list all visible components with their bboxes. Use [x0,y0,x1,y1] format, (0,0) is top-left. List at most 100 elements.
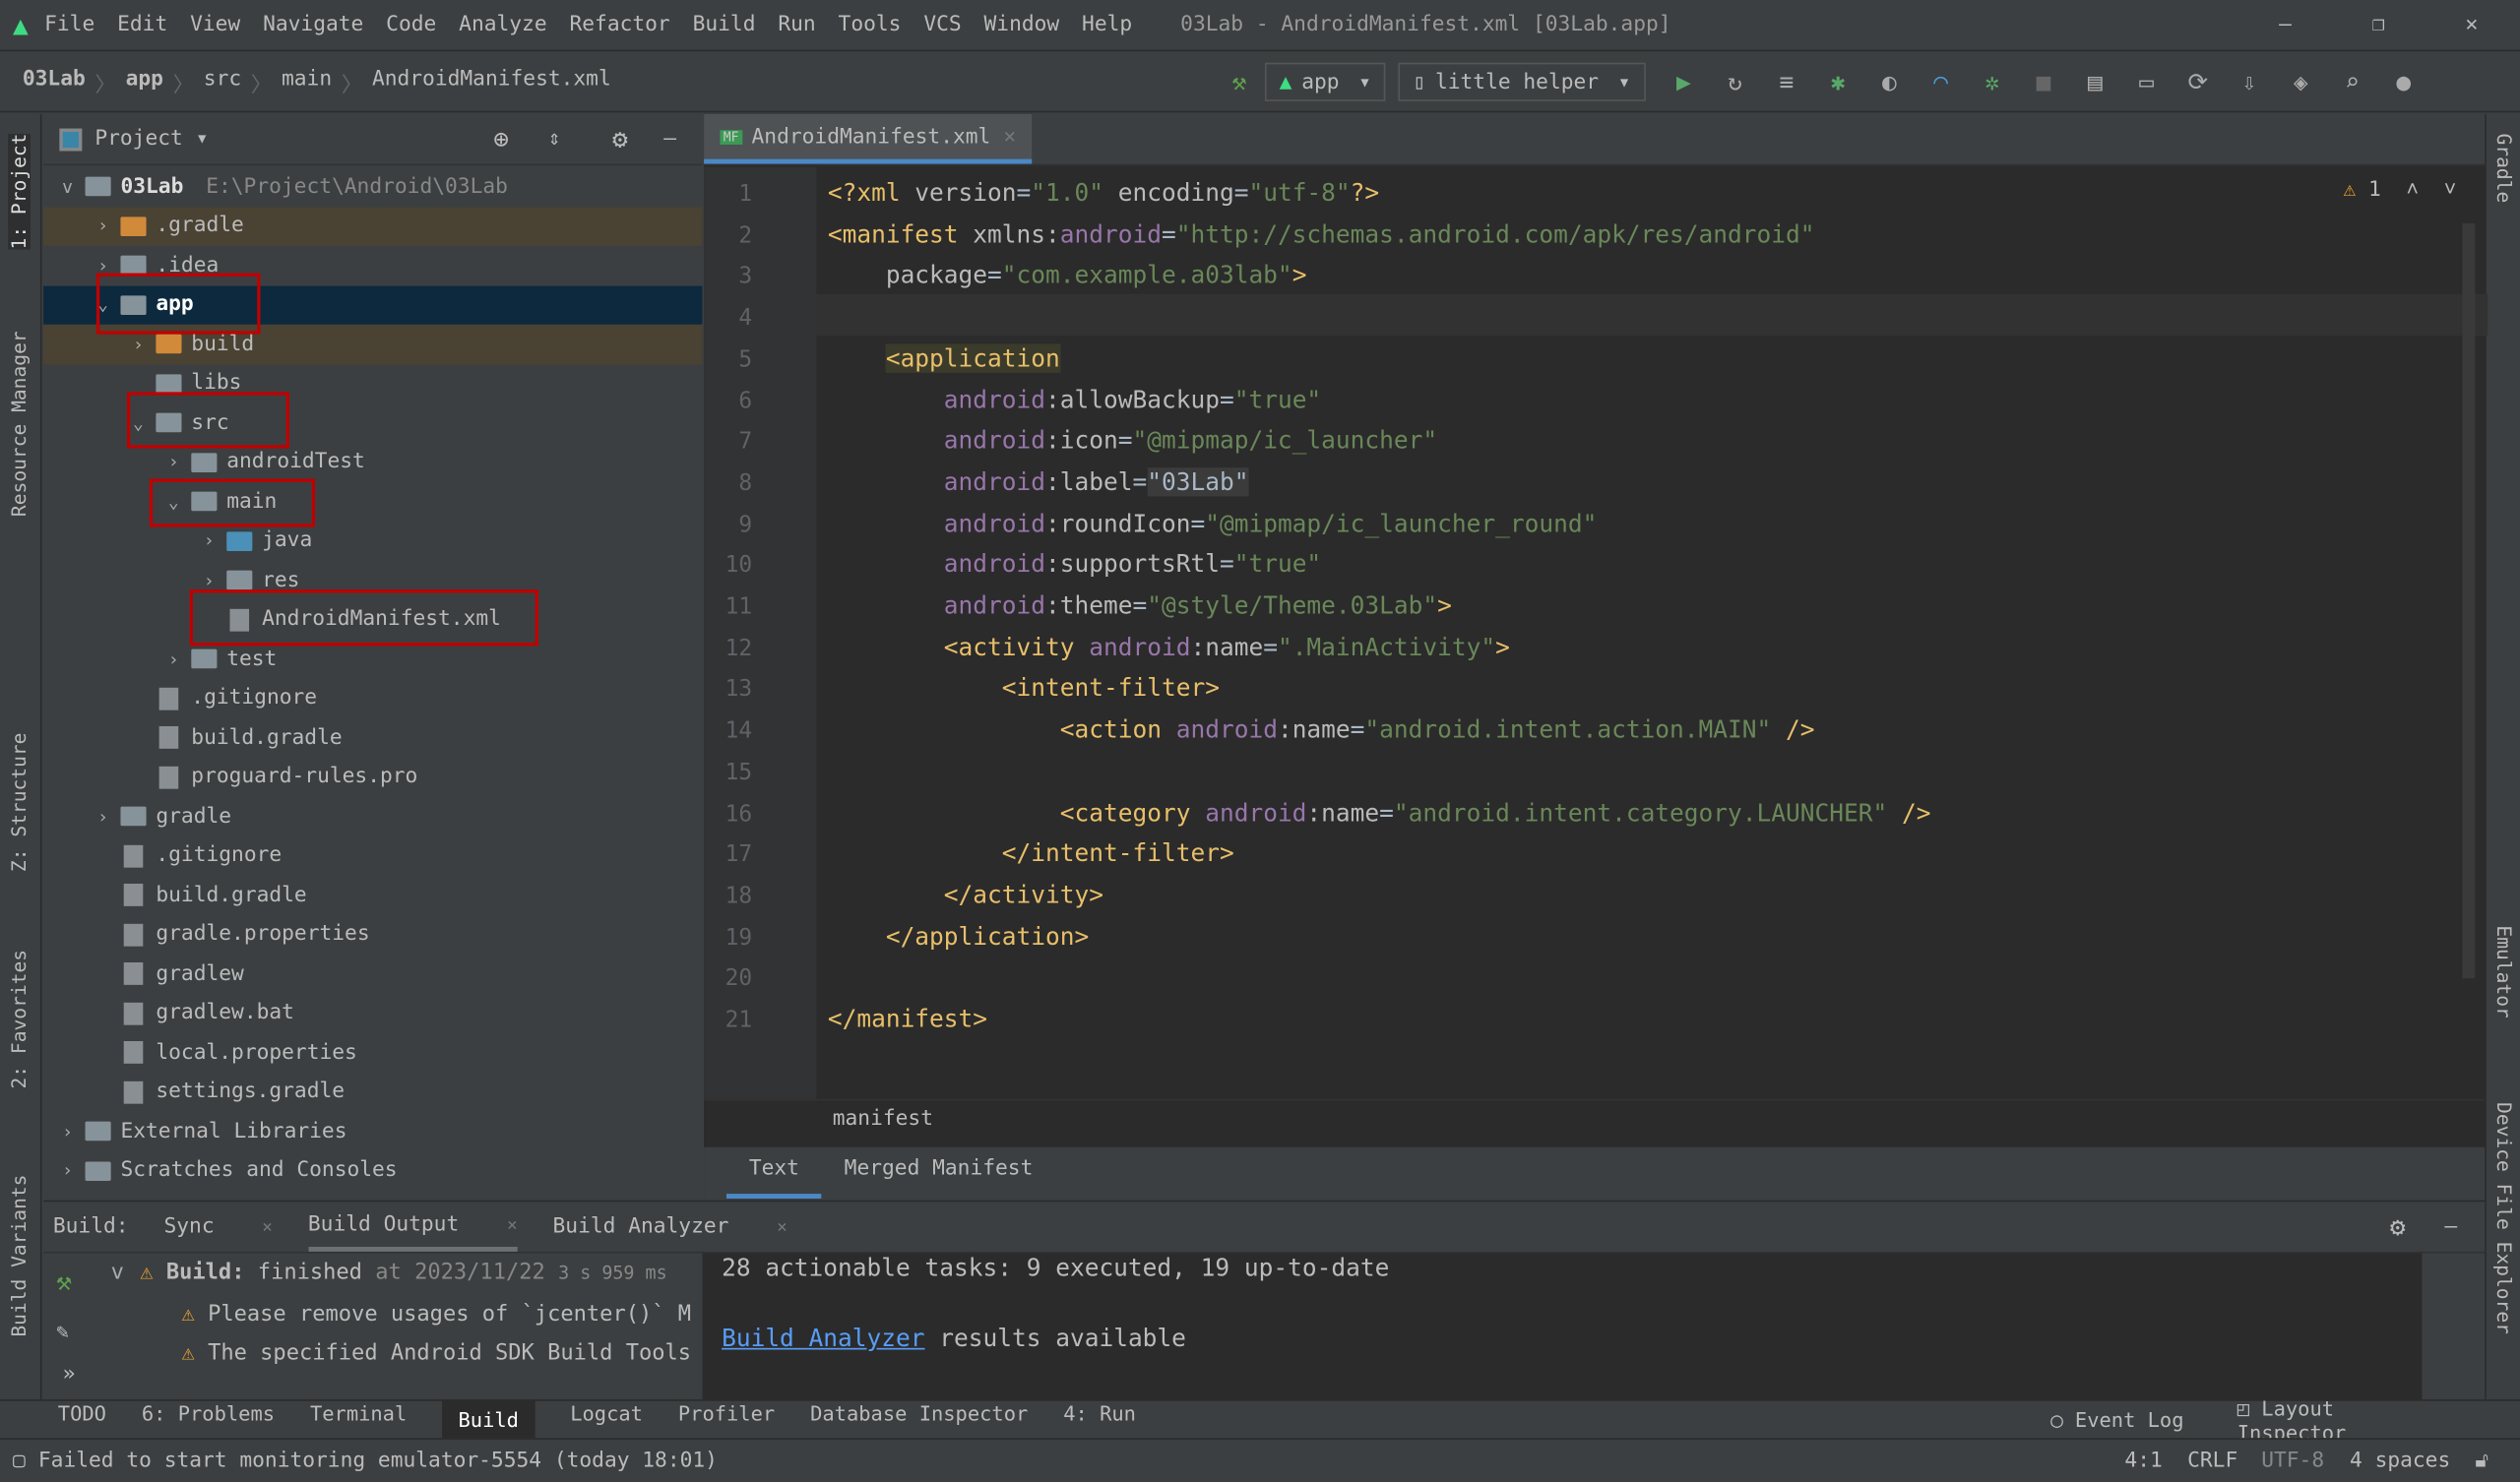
build-status-row[interactable]: v ⚠ Build: finished at 2023/11/22 3 s 959… [101,1254,696,1295]
tab-sync[interactable]: Sync × [163,1214,272,1238]
chevron-icon[interactable]: › [92,806,114,827]
rebuild-icon[interactable]: ⚒ [56,1266,72,1297]
chevron-icon[interactable]: › [162,452,185,472]
menu-tools[interactable]: Tools [839,13,902,36]
code-line[interactable]: android:theme="@style/Theme.03Lab"> [828,591,1452,620]
code-line[interactable]: android:label="03Lab" [828,466,1249,497]
code-line[interactable]: android:icon="@mipmap/ic_launcher" [828,426,1437,455]
tree-item[interactable]: local.properties [43,1033,702,1073]
chevron-icon[interactable]: › [198,530,220,551]
build-analyzer-link[interactable]: Build Analyzer [722,1324,924,1352]
menu-help[interactable]: Help [1082,13,1132,36]
tree-item[interactable]: ⌄ main [43,482,702,522]
indent-setting[interactable]: 4 spaces [2350,1449,2450,1472]
warning-indicator[interactable]: ⚠ 1 ˄ ˅ [2343,178,2456,202]
tree-root[interactable]: v 03Lab E:\Project\Android\03Lab [43,167,702,207]
breadcrumb-item[interactable]: app [126,67,163,97]
chevron-icon[interactable]: › [127,334,150,354]
minimize-button[interactable]: — [2279,13,2292,36]
tool-layout-inspector[interactable]: ◰ Layout Inspector [2237,1395,2485,1444]
run-icon[interactable]: ▶ [1666,68,1701,96]
chevron-icon[interactable]: › [198,570,220,590]
tool-build-variants[interactable]: Build Variants [8,1175,31,1337]
chevron-icon[interactable]: › [56,1160,79,1181]
locate-icon[interactable]: ⊕ [493,124,509,154]
code-line[interactable]: android:supportsRtl="true" [828,550,1321,579]
resource-icon[interactable]: ◈ [2283,68,2318,96]
editor-breadcrumb[interactable]: manifest [704,1098,2486,1147]
project-structure-icon[interactable]: ▤ [2077,68,2112,96]
tool-structure[interactable]: Z: Structure [8,733,31,873]
maximize-button[interactable]: ❐ [2372,13,2385,36]
tab-android-manifest[interactable]: MF AndroidManifest.xml × [704,113,1033,164]
breadcrumb-item[interactable]: main [282,67,332,97]
file-encoding[interactable]: UTF-8 [2261,1449,2324,1472]
tree-item[interactable]: build.gradle [43,718,702,758]
code-line[interactable]: </intent-filter> [828,839,1234,868]
tree-item[interactable]: › gradle [43,797,702,836]
attach-debugger-icon[interactable]: ✲ [1975,68,2010,96]
status-icon[interactable]: ▢ [13,1449,26,1472]
editor-scrollbar[interactable] [2462,222,2476,979]
menu-code[interactable]: Code [386,13,436,36]
close-button[interactable]: ✕ [2466,13,2479,36]
menu-view[interactable]: View [190,13,240,36]
apply-code-changes-icon[interactable]: ≡ [1769,68,1804,96]
warning-jcenter[interactable]: ⚠ Please remove usages of `jcenter()` M [101,1294,696,1333]
menu-navigate[interactable]: Navigate [263,13,363,36]
tool-emulator[interactable]: Emulator [2492,925,2515,1018]
code-line[interactable]: </manifest> [828,1004,987,1032]
profile-icon[interactable]: ◠ [1923,68,1959,96]
tool-resource-manager[interactable]: Resource Manager [8,331,31,517]
gear-icon[interactable]: ⚙ [612,124,628,154]
code-line[interactable]: android:roundIcon="@mipmap/ic_launcher_r… [828,509,1598,537]
code-line[interactable]: <manifest xmlns:android="http://schemas.… [828,219,1815,248]
menu-edit[interactable]: Edit [117,13,167,36]
tool-todo[interactable]: TODO [58,1401,106,1439]
collapse-all-icon[interactable]: ⇕ [548,127,561,151]
menu-file[interactable]: File [44,13,94,36]
menu-vcs[interactable]: VCS [923,13,961,36]
code-line[interactable]: </application> [828,922,1089,951]
tool-gradle[interactable]: Gradle [2492,134,2515,204]
tree-item[interactable]: gradlew.bat [43,994,702,1033]
run-config-select[interactable]: ▲ app ▾ [1264,62,1386,101]
line-separator[interactable]: CRLF [2187,1449,2237,1472]
device-select[interactable]: ▯ little helper ▾ [1398,62,1646,101]
tree-item[interactable]: .gitignore [43,836,702,876]
code-line[interactable]: package="com.example.a03lab"> [828,261,1307,289]
tree-item[interactable]: › java [43,522,702,561]
account-icon[interactable]: ● [2386,68,2422,96]
sync-gradle-icon[interactable]: ⟳ [2180,68,2216,96]
hide-icon[interactable]: — [663,127,676,151]
code-line[interactable]: </activity> [828,881,1103,909]
tool-problems[interactable]: 6: Problems [142,1401,275,1439]
tab-build-analyzer[interactable]: Build Analyzer × [553,1214,788,1238]
tree-item[interactable]: › Scratches and Consoles [43,1151,702,1191]
coverage-icon[interactable]: ◐ [1871,68,1907,96]
menu-analyze[interactable]: Analyze [459,13,546,36]
more-icon[interactable]: » [63,1363,76,1387]
code-line[interactable]: android:allowBackup="true" [828,385,1321,413]
tool-device-file-explorer[interactable]: Device File Explorer [2492,1102,2515,1334]
menu-window[interactable]: Window [984,13,1060,36]
tool-event-log[interactable]: ◯ Event Log [2050,1407,2219,1431]
caret-position[interactable]: 4:1 [2124,1449,2162,1472]
project-view-select[interactable]: Project [94,127,182,151]
code-line[interactable]: <?xml version="1.0" encoding="utf-8"?> [828,178,1379,207]
tool-run[interactable]: 4: Run [1063,1401,1136,1439]
menu-refactor[interactable]: Refactor [569,13,669,36]
chevron-icon[interactable]: › [92,216,114,236]
tool-project[interactable]: 1: Project [8,133,32,250]
chevron-icon[interactable]: › [162,648,185,669]
hammer-icon[interactable]: ⚒ [1222,68,1257,96]
tree-item[interactable]: › androidTest [43,443,702,482]
tree-item[interactable]: gradle.properties [43,915,702,955]
code-line[interactable]: <action android:name="android.intent.act… [828,715,1815,744]
tree-item[interactable]: .gitignore [43,679,702,718]
apply-changes-icon[interactable]: ↻ [1718,68,1753,96]
breadcrumb-item[interactable]: src [204,67,241,97]
tool-favorites[interactable]: 2: Favorites [8,950,31,1089]
tree-item[interactable]: build.gradle [43,876,702,915]
tool-build[interactable]: Build [442,1400,536,1439]
